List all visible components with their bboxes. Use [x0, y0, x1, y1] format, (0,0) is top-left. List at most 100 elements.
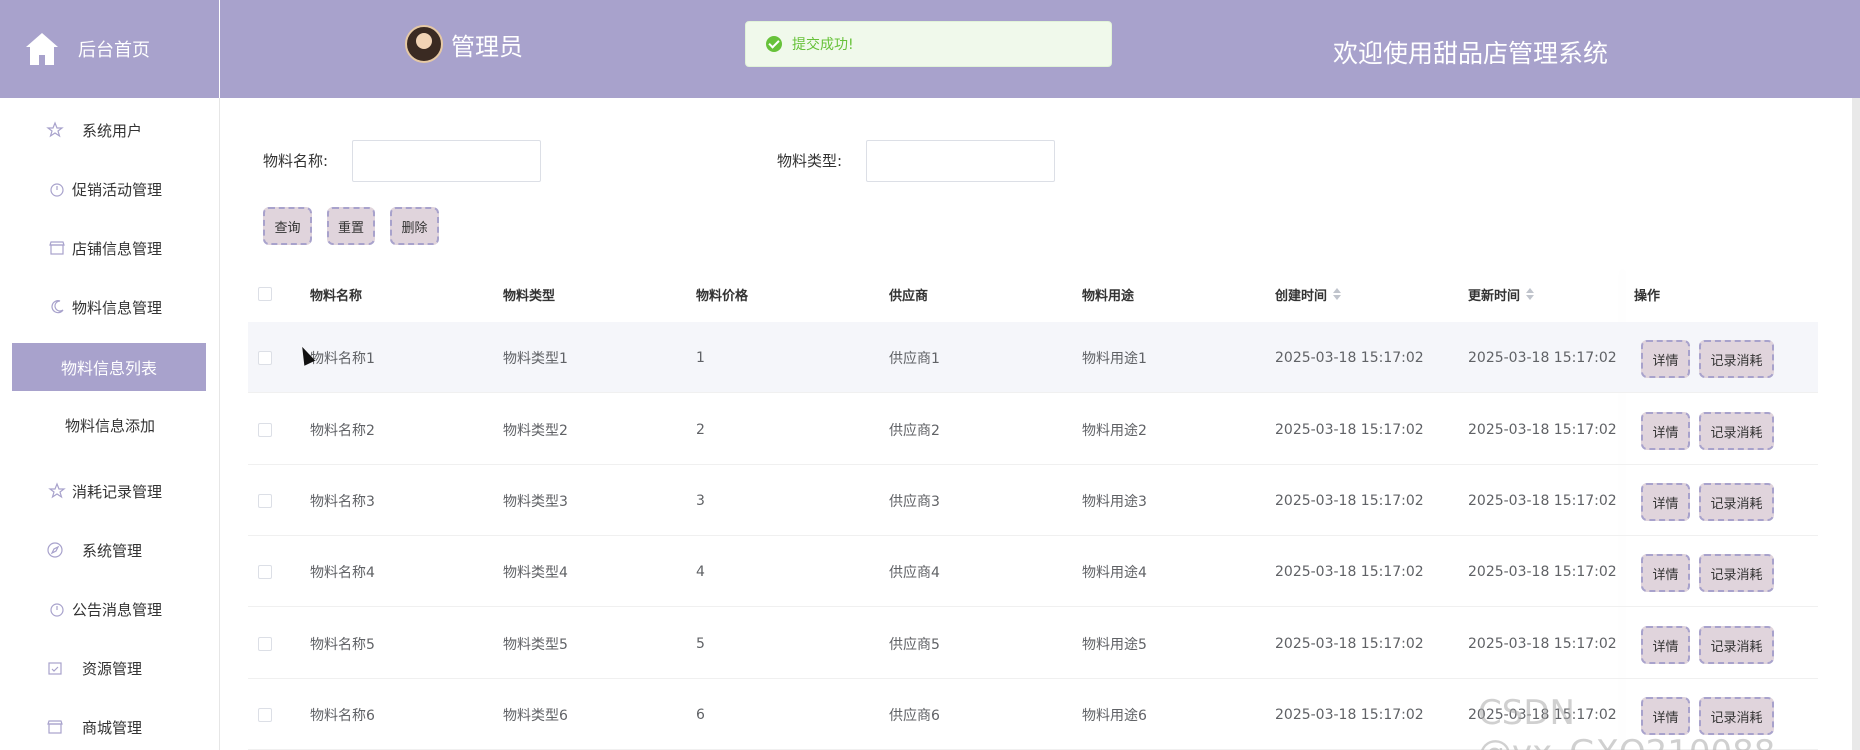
cell-type: 物料类型2 — [503, 422, 568, 439]
cell-supplier: 供应商6 — [889, 707, 940, 724]
clock-icon — [50, 183, 64, 197]
sidebar-item-mall[interactable]: 商城管理 — [0, 707, 220, 747]
sidebar-item-label: 商城管理 — [82, 718, 143, 737]
table-row[interactable]: 物料名称4 物料类型4 4 供应商4 物料用途4 2025-03-18 15:1… — [248, 536, 1818, 607]
detail-button[interactable]: 详情 — [1641, 554, 1690, 592]
record-consumption-button[interactable]: 记录消耗 — [1699, 626, 1774, 664]
cell-updated: 2025-03-18 15:17:02 — [1468, 563, 1617, 580]
detail-button[interactable]: 详情 — [1641, 626, 1690, 664]
material-name-label: 物料名称: — [263, 152, 329, 170]
sort-icon[interactable] — [1333, 288, 1342, 300]
cell-created: 2025-03-18 15:17:02 — [1275, 492, 1424, 509]
success-toast: 提交成功! — [745, 21, 1112, 67]
cell-usage: 物料用途1 — [1082, 350, 1147, 367]
cell-created: 2025-03-18 15:17:02 — [1275, 563, 1424, 580]
cell-supplier: 供应商1 — [889, 350, 940, 367]
record-consumption-button[interactable]: 记录消耗 — [1699, 554, 1774, 592]
sidebar-item-system-users[interactable]: 系统用户 — [0, 110, 220, 150]
cell-updated: 2025-03-18 15:17:02 — [1468, 349, 1617, 366]
row-checkbox[interactable] — [258, 394, 272, 465]
select-all-checkbox[interactable] — [258, 268, 272, 320]
toast-message: 提交成功! — [792, 37, 854, 53]
cell-name: 物料名称1 — [310, 350, 375, 367]
store-icon — [49, 241, 65, 255]
cell-updated: 2025-03-18 15:17:02 — [1468, 635, 1617, 652]
cell-price: 1 — [696, 349, 705, 366]
sidebar-item-label: 促销活动管理 — [72, 180, 163, 199]
watermark: CSDN @vx_GXQ210088 — [1478, 693, 1775, 750]
cell-price: 4 — [696, 563, 705, 580]
cell-type: 物料类型4 — [503, 564, 568, 581]
sidebar-item-resources[interactable]: 资源管理 — [0, 648, 220, 688]
sidebar: 系统用户 促销活动管理 店铺信息管理 物料信息管理 物料信息列表 物料信息添加 … — [0, 98, 220, 750]
cell-updated: 2025-03-18 15:17:02 — [1468, 421, 1617, 438]
cell-price: 3 — [696, 492, 705, 509]
cell-usage: 物料用途4 — [1082, 564, 1147, 581]
cell-supplier: 供应商2 — [889, 422, 940, 439]
reset-button[interactable]: 重置 — [327, 207, 375, 245]
sidebar-item-material-list[interactable]: 物料信息列表 — [12, 343, 206, 391]
cell-usage: 物料用途3 — [1082, 493, 1147, 510]
record-consumption-button[interactable]: 记录消耗 — [1699, 483, 1774, 521]
cell-created: 2025-03-18 15:17:02 — [1275, 349, 1424, 366]
cell-updated: 2025-03-18 15:17:02 — [1468, 492, 1617, 509]
material-type-input[interactable] — [866, 140, 1055, 182]
cell-created: 2025-03-18 15:17:02 — [1275, 635, 1424, 652]
row-checkbox[interactable] — [258, 608, 272, 679]
cell-created: 2025-03-18 15:17:02 — [1275, 706, 1424, 723]
record-consumption-button[interactable]: 记录消耗 — [1699, 340, 1774, 378]
cell-created: 2025-03-18 15:17:02 — [1275, 421, 1424, 438]
row-checkbox[interactable] — [258, 679, 272, 750]
sidebar-item-promotions[interactable]: 促销活动管理 — [0, 169, 220, 209]
sidebar-item-material-info[interactable]: 物料信息管理 — [0, 287, 220, 327]
sidebar-item-system[interactable]: 系统管理 — [0, 530, 220, 570]
table-row[interactable]: 物料名称1 物料类型1 1 供应商1 物料用途1 2025-03-18 15:1… — [248, 322, 1818, 393]
home-icon — [26, 33, 58, 65]
sidebar-item-label: 物料信息管理 — [72, 298, 163, 317]
delete-button[interactable]: 删除 — [390, 207, 439, 245]
sidebar-item-label: 系统管理 — [82, 541, 143, 560]
sidebar-item-notices[interactable]: 公告消息管理 — [0, 589, 220, 629]
row-checkbox[interactable] — [258, 322, 272, 393]
table-row[interactable]: 物料名称3 物料类型3 3 供应商3 物料用途3 2025-03-18 15:1… — [248, 465, 1818, 536]
calendar-icon — [48, 662, 62, 675]
cell-supplier: 供应商5 — [889, 636, 940, 653]
row-checkbox[interactable] — [258, 536, 272, 607]
cell-price: 6 — [696, 706, 705, 723]
compass-icon — [47, 542, 63, 558]
col-created-label: 创建时间 — [1275, 288, 1328, 304]
detail-button[interactable]: 详情 — [1641, 412, 1690, 450]
table-row[interactable]: 物料名称2 物料类型2 2 供应商2 物料用途2 2025-03-18 15:1… — [248, 394, 1818, 465]
page-scrollbar[interactable] — [1852, 98, 1860, 750]
sidebar-item-label: 系统用户 — [82, 121, 143, 140]
col-supplier: 供应商 — [889, 288, 929, 304]
admin-profile[interactable]: 管理员 — [405, 25, 523, 63]
cell-price: 5 — [696, 635, 705, 652]
sidebar-item-label: 店铺信息管理 — [72, 239, 163, 258]
cell-type: 物料类型5 — [503, 636, 568, 653]
row-checkbox[interactable] — [258, 465, 272, 536]
table-row[interactable]: 物料名称5 物料类型5 5 供应商5 物料用途5 2025-03-18 15:1… — [248, 608, 1818, 679]
cell-name: 物料名称5 — [310, 636, 375, 653]
welcome-title: 欢迎使用甜品店管理系统 — [1333, 39, 1609, 68]
detail-button[interactable]: 详情 — [1641, 483, 1690, 521]
store-icon — [47, 720, 63, 734]
sidebar-item-material-add[interactable]: 物料信息添加 — [0, 405, 220, 445]
table-header: 物料名称 物料类型 物料价格 供应商 物料用途 创建时间 更新时间 操作 — [248, 268, 1818, 320]
sidebar-item-consumption[interactable]: 消耗记录管理 — [0, 471, 220, 511]
material-name-input[interactable] — [352, 140, 541, 182]
detail-button[interactable]: 详情 — [1641, 340, 1690, 378]
cell-name: 物料名称2 — [310, 422, 375, 439]
col-created[interactable]: 创建时间 — [1275, 268, 1342, 320]
query-button[interactable]: 查询 — [263, 207, 312, 245]
col-name: 物料名称 — [310, 288, 363, 304]
admin-name: 管理员 — [451, 32, 523, 61]
record-consumption-button[interactable]: 记录消耗 — [1699, 412, 1774, 450]
home-link[interactable]: 后台首页 — [0, 0, 220, 98]
sort-icon[interactable] — [1526, 288, 1535, 300]
sidebar-item-label: 消耗记录管理 — [72, 482, 163, 501]
col-updated[interactable]: 更新时间 — [1468, 268, 1535, 320]
cell-supplier: 供应商4 — [889, 564, 940, 581]
col-actions: 操作 — [1634, 288, 1661, 304]
sidebar-item-store-info[interactable]: 店铺信息管理 — [0, 228, 220, 268]
